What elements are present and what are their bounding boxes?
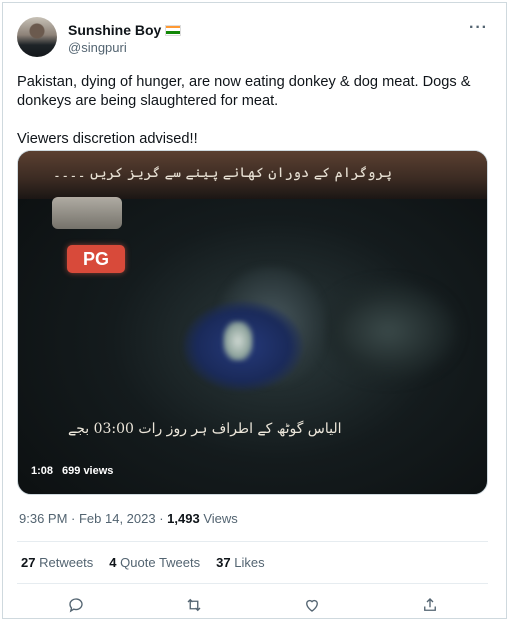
like-icon[interactable]: [300, 593, 324, 617]
video-meta: 1:08 699 views: [31, 465, 113, 477]
action-bar: [3, 593, 508, 617]
tweet-card: Sunshine Boy @singpuri ··· Pakistan, dyi…: [2, 2, 507, 619]
tweet-date[interactable]: Feb 14, 2023: [79, 511, 156, 526]
engagement-stats: 27 Retweets 4 Quote Tweets 37 Likes: [21, 555, 265, 570]
tweet-timestamp: 9:36 PM · Feb 14, 2023 · 1,493 Views: [19, 511, 238, 526]
video-views: 699 views: [62, 465, 114, 477]
tweet-text-paragraph: Viewers discretion advised!!: [17, 131, 198, 147]
author-display-name[interactable]: Sunshine Boy: [68, 22, 161, 38]
view-label: Views: [203, 511, 238, 526]
retweet-icon[interactable]: [182, 593, 206, 617]
rating-badge: PG: [67, 245, 125, 273]
divider: [17, 541, 488, 542]
view-count: 1,493: [167, 511, 200, 526]
tweet-text-paragraph: Pakistan, dying of hunger, are now eatin…: [17, 74, 471, 109]
likes-count: 37: [216, 555, 231, 570]
video-frame-scene: [318, 281, 458, 381]
avatar[interactable]: [17, 17, 57, 57]
author-name-row[interactable]: Sunshine Boy: [68, 22, 182, 38]
video-duration: 1:08: [31, 465, 54, 477]
channel-logo: [52, 197, 122, 229]
video-overlay-bottom-text: الیاس گوٹھ کے اطراف ہر روز رات 03:00 بجے: [68, 421, 342, 437]
india-flag-icon: [165, 24, 182, 36]
video-overlay-top-text: پروگرام کے دوران کھانے پینے سے گریز کریں…: [52, 165, 392, 181]
retweets-stat[interactable]: 27 Retweets: [21, 555, 93, 570]
retweets-count: 27: [21, 555, 36, 570]
reply-icon[interactable]: [64, 593, 88, 617]
quotes-count: 4: [109, 555, 117, 570]
share-icon[interactable]: [418, 593, 442, 617]
video-player[interactable]: پروگرام کے دوران کھانے پینے سے گریز کریں…: [17, 150, 488, 495]
quotes-label: Quote Tweets: [120, 555, 201, 570]
more-horizontal-icon[interactable]: ···: [469, 19, 488, 37]
likes-label: Likes: [234, 555, 265, 570]
quotes-stat[interactable]: 4 Quote Tweets: [109, 555, 200, 570]
retweets-label: Retweets: [39, 555, 94, 570]
author-handle[interactable]: @singpuri: [68, 40, 127, 55]
tweet-time[interactable]: 9:36 PM: [19, 511, 67, 526]
likes-stat[interactable]: 37 Likes: [216, 555, 264, 570]
divider: [17, 583, 488, 584]
video-frame-figure: [223, 321, 253, 361]
